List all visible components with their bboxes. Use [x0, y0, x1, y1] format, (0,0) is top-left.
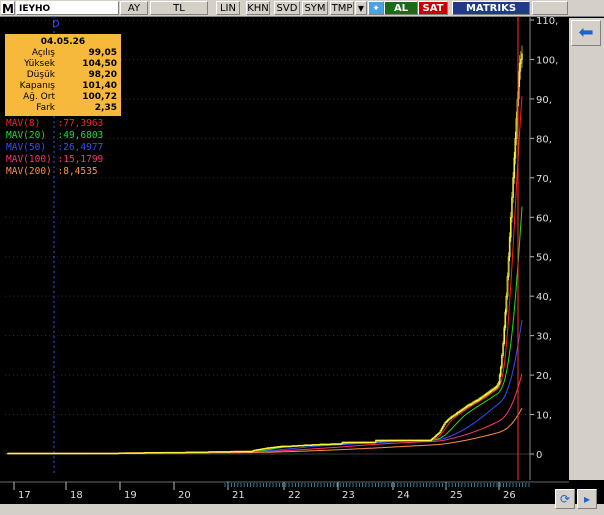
info-row-diff: Fark 2,35 [36, 103, 117, 113]
twitter-icon[interactable]: ✦ [368, 1, 384, 15]
mav-200-label: MAV(200) :8,4535 [6, 166, 98, 177]
y-tick-label: 80, [536, 134, 552, 145]
y-tick-label: 110, [536, 16, 558, 27]
chart-window: M IEYHO AY TL LIN KHN SVD SYM TMP ▼ ✦ AL… [0, 0, 604, 515]
info-row-close: Kapanış 101,40 [19, 81, 117, 91]
y-tick-label: 0 [536, 450, 542, 461]
y-tick-label: 20, [536, 371, 552, 382]
info-row-low: Düşük 98,20 [26, 70, 117, 80]
x-tick-label: 26 [503, 490, 516, 501]
navigate-icon[interactable]: ▸ [577, 489, 597, 509]
ohlc-info-box: 04.05.26 Açılış 99,05 Yüksek 104,50 Düşük 9… [5, 34, 121, 116]
x-axis: 17 18 19 20 21 22 23 24 25 26 [0, 481, 569, 501]
sym-button[interactable]: SYM [302, 1, 328, 15]
x-tick-label: 23 [342, 490, 355, 501]
x-tick-label: 22 [288, 490, 301, 501]
x-tick-label: 18 [70, 490, 83, 501]
x-tick-label: 25 [450, 490, 463, 501]
period-ay-button[interactable]: AY [120, 1, 148, 15]
y-axis: 0 10, 20, 30, 40, 50, 60, 70, 80, 90, 100, 110, [529, 16, 558, 481]
y-tick-label: 60, [536, 213, 552, 224]
chevron-down-icon[interactable]: ▼ [355, 1, 367, 15]
info-row-open: Açılış 99,05 [31, 48, 117, 58]
toolbar: M IEYHO AY TL LIN KHN SVD SYM TMP ▼ ✦ AL… [0, 0, 604, 17]
mav-8-label: MAV(8) :77,3963 [6, 118, 104, 129]
mav-100-label: MAV(100) :15,1799 [6, 154, 104, 165]
app-logo: M [1, 1, 15, 16]
y-tick-label: 90, [536, 95, 552, 106]
y-tick-label: 50, [536, 253, 552, 264]
mav-50-line [8, 319, 523, 454]
mav-20-line [8, 206, 523, 454]
y-tick-label: 10, [536, 411, 552, 422]
x-tick-label: 17 [18, 490, 31, 501]
y-tick-label: 100, [536, 55, 558, 66]
date-marker: D [52, 19, 60, 30]
mav-20-label: MAV(20) :49,6803 [6, 130, 104, 141]
back-arrow-icon[interactable]: ⬅ [571, 20, 601, 46]
svd-button[interactable]: SVD [274, 1, 300, 15]
y-tick-label: 70, [536, 174, 552, 185]
mav-50-label: MAV(50) :26,4977 [6, 142, 104, 153]
currency-tl-button[interactable]: TL [150, 1, 208, 15]
x-tick-label: 24 [397, 490, 410, 501]
brand-logo: MATRIKS [452, 1, 530, 15]
tmp-button[interactable]: TMP [330, 1, 354, 15]
buy-button[interactable]: AL [384, 1, 418, 15]
y-tick-label: 40, [536, 292, 552, 303]
x-tick-label: 19 [124, 490, 137, 501]
khn-button[interactable]: KHN [246, 1, 270, 15]
toolbar-spacer [532, 1, 568, 15]
x-tick-label: 20 [178, 490, 191, 501]
refresh-icon[interactable]: ⟳ [555, 489, 575, 509]
mav-100-line [8, 373, 523, 454]
horizontal-scrollbar[interactable] [0, 504, 604, 515]
symbol-field[interactable]: IEYHO [16, 1, 119, 15]
info-row-high: Yüksek 104,50 [24, 59, 117, 69]
info-date: 04.05.26 [40, 37, 86, 47]
right-panel [569, 18, 604, 480]
x-tick-label: 21 [232, 490, 245, 501]
lin-button[interactable]: LIN [216, 1, 240, 15]
sell-button[interactable]: SAT [418, 1, 448, 15]
y-tick-label: 30, [536, 332, 552, 343]
info-row-avg: Ağ. Ort 100,72 [23, 92, 117, 102]
